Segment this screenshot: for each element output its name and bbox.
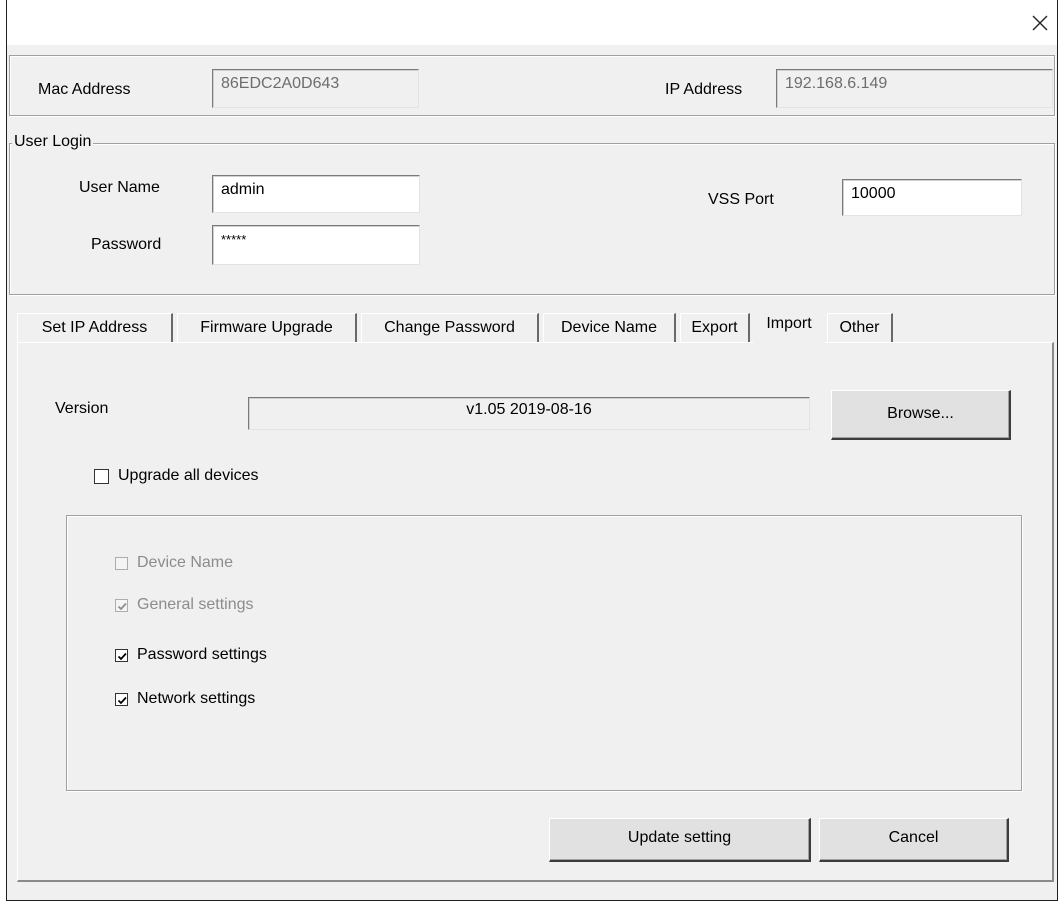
checkmark-icon	[117, 696, 127, 705]
tab-other[interactable]: Other	[827, 313, 893, 343]
device-name-option-label: Device Name	[137, 554, 234, 571]
password-input[interactable]: *****	[212, 225, 420, 265]
cancel-button[interactable]: Cancel	[819, 818, 1009, 862]
close-icon[interactable]	[1029, 12, 1051, 34]
version-label: Version	[55, 400, 109, 417]
vss-port-input[interactable]: 10000	[842, 179, 1022, 216]
general-settings-checkbox	[115, 599, 128, 612]
network-settings-option-label: Network settings	[137, 690, 256, 707]
ip-address-label: IP Address	[665, 81, 743, 98]
mac-address-label: Mac Address	[38, 81, 131, 98]
password-settings-checkbox[interactable]	[115, 649, 128, 662]
dialog-window: Mac Address 86EDC2A0D643 IP Address 192.…	[6, 0, 1058, 901]
mac-address-field: 86EDC2A0D643	[212, 69, 419, 108]
upgrade-all-label: Upgrade all devices	[118, 467, 259, 484]
title-bar	[7, 0, 1057, 45]
browse-button[interactable]: Browse...	[831, 390, 1011, 440]
username-input[interactable]: admin	[212, 175, 420, 213]
upgrade-all-checkbox[interactable]	[94, 469, 109, 484]
tab-set-ip-address[interactable]: Set IP Address	[17, 313, 173, 343]
device-name-checkbox	[115, 557, 128, 570]
tab-change-password[interactable]: Change Password	[361, 313, 539, 343]
general-settings-option-label: General settings	[137, 596, 254, 613]
tab-firmware-upgrade[interactable]: Firmware Upgrade	[177, 313, 357, 343]
password-label: Password	[91, 236, 162, 253]
tab-import[interactable]: Import	[753, 309, 825, 345]
ip-address-field: 192.168.6.149	[776, 69, 1053, 108]
username-label: User Name	[79, 179, 160, 196]
version-field: v1.05 2019-08-16	[248, 397, 810, 430]
tab-export[interactable]: Export	[680, 313, 750, 343]
network-settings-checkbox[interactable]	[115, 693, 128, 706]
update-setting-button[interactable]: Update setting	[549, 818, 811, 862]
tab-device-name[interactable]: Device Name	[543, 313, 676, 343]
vss-port-label: VSS Port	[708, 191, 774, 208]
user-login-group	[9, 143, 1055, 295]
import-tab-panel: Version v1.05 2019-08-16 Browse... Upgra…	[17, 342, 1054, 882]
user-login-title: User Login	[12, 132, 94, 152]
checkmark-icon	[117, 602, 127, 611]
checkmark-icon	[117, 652, 127, 661]
password-settings-option-label: Password settings	[137, 646, 267, 663]
